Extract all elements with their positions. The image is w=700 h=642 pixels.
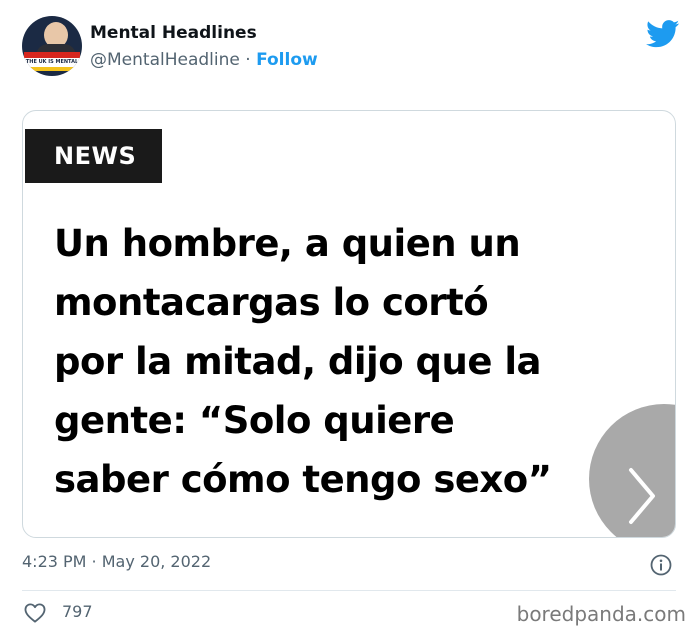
like-count: 797 <box>62 602 93 621</box>
follow-button[interactable]: Follow <box>256 50 318 70</box>
chevron-right-icon <box>629 468 655 524</box>
info-icon[interactable] <box>650 554 672 576</box>
avatar-caption: THE UK IS MENTAL <box>22 58 82 67</box>
headline-line: gente: “Solo quiere <box>54 399 455 442</box>
timestamp[interactable]: 4:23 PM · May 20, 2022 <box>22 552 211 571</box>
headline-line: Un hombre, a quien un <box>54 222 521 265</box>
avatar[interactable]: THE UK IS MENTAL <box>22 16 82 76</box>
display-name[interactable]: Mental Headlines <box>90 23 257 43</box>
link-card[interactable]: NEWS Un hombre, a quien un montacargas l… <box>22 110 676 538</box>
handle-line: @MentalHeadline · Follow <box>90 50 318 70</box>
separator: · <box>245 50 251 70</box>
avatar-yellow-bar <box>22 67 82 71</box>
handle[interactable]: @MentalHeadline <box>90 50 240 70</box>
headline: Un hombre, a quien un montacargas lo cor… <box>54 214 614 509</box>
heart-icon[interactable] <box>24 603 46 623</box>
news-badge: NEWS <box>25 129 162 183</box>
watermark: boredpanda.com <box>516 602 686 626</box>
headline-line: por la mitad, dijo que la <box>54 340 541 383</box>
twitter-bird-icon[interactable] <box>646 20 680 48</box>
headline-line: montacargas lo cortó <box>54 281 489 324</box>
headline-line: saber cómo tengo sexo” <box>54 458 552 501</box>
divider <box>22 590 676 591</box>
